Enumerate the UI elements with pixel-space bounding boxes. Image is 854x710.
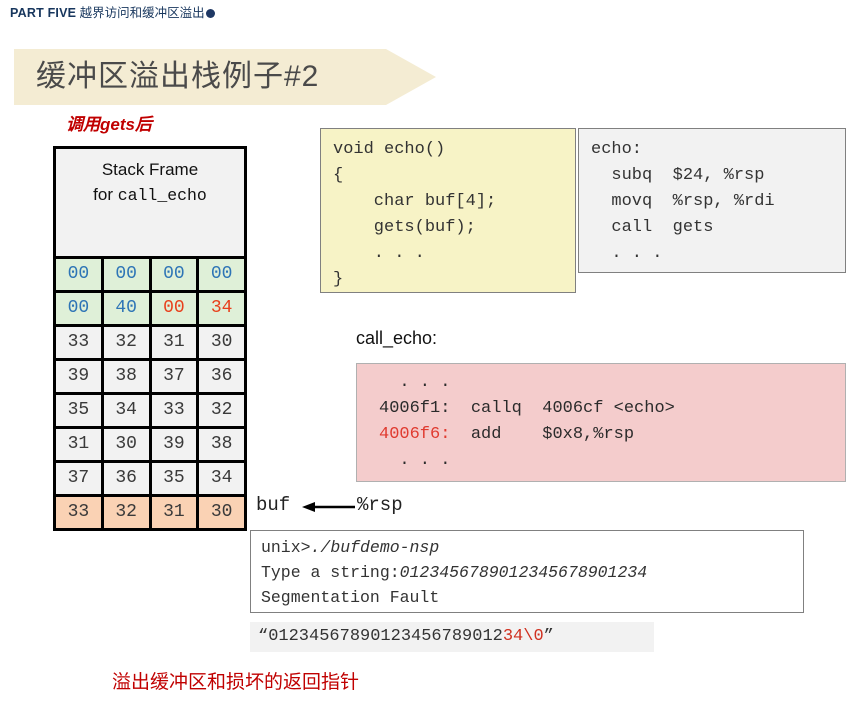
stack-frame-function-name: call_echo <box>117 186 207 205</box>
stack-byte-cell: 31 <box>56 429 104 460</box>
stack-byte-cell: 33 <box>151 395 200 426</box>
stack-byte-cell: 37 <box>56 463 104 494</box>
stack-row: 33 32 31 30 <box>56 324 244 358</box>
c-code-line: gets(buf); <box>333 218 476 237</box>
terminal-user-input: 0123456789012345678901234 <box>399 563 648 582</box>
stack-byte-cell: 38 <box>103 361 152 392</box>
disassembly-line: 4006f1: callq 4006cf <echo> <box>379 396 845 422</box>
stack-byte-cell: 37 <box>151 361 200 392</box>
instruction-address: 4006f6: <box>379 425 451 444</box>
string-open-quote: “ <box>258 627 269 646</box>
stack-row: 31 30 39 38 <box>56 426 244 460</box>
instruction-text: callq 4006cf <echo> <box>450 399 675 418</box>
stack-byte-cell: 36 <box>103 463 152 494</box>
buf-label: buf <box>256 494 291 516</box>
stack-byte-cell: 33 <box>56 327 104 358</box>
stack-frame-title-line1: Stack Frame <box>101 160 199 179</box>
stack-rows-container: 00 00 00 00 00 40 00 34 33 32 31 30 39 38 37 36 35 34 33 32… <box>56 256 244 528</box>
rsp-label: %rsp <box>357 494 403 516</box>
stack-byte-cell: 00 <box>151 259 200 290</box>
stack-byte-cell: 00 <box>56 293 104 324</box>
filled-circle-icon <box>205 9 215 18</box>
stack-byte-cell: 33 <box>56 497 104 528</box>
disassembly-line: . . . <box>379 448 845 474</box>
stack-row: 33 32 31 30 <box>56 494 244 528</box>
stack-row: 39 38 37 36 <box>56 358 244 392</box>
stack-row: 00 00 00 00 <box>56 256 244 290</box>
instruction-text: . . . <box>379 451 451 470</box>
stack-frame-title-line2: for call_echo <box>56 183 244 208</box>
stack-byte-cell: 00 <box>199 259 244 290</box>
stack-byte-cell: 30 <box>103 429 152 460</box>
stack-byte-cell: 31 <box>151 497 200 528</box>
stack-byte-cell: 34 <box>103 395 152 426</box>
stack-row: 00 40 00 34 <box>56 290 244 324</box>
stack-byte-cell: 34 <box>199 293 244 324</box>
stack-byte-cell: 40 <box>103 293 152 324</box>
asm-code-line: call gets <box>591 218 714 237</box>
terminal-command: ./bufdemo-nsp <box>310 538 440 557</box>
disassembly-line: 4006f6: add $0x8,%rsp <box>379 422 845 448</box>
stack-byte-cell: 00 <box>103 259 152 290</box>
asm-code-line: echo: <box>591 140 643 159</box>
asm-echo-code-box: echo: subq $24, %rsp movq %rsp, %rdi cal… <box>578 128 846 273</box>
stack-frame-header: Stack Frame for call_echo <box>56 149 244 256</box>
call-echo-disassembly-box: . . . 4006f1: callq 4006cf <echo> 4006f6: … <box>356 363 846 482</box>
terminal-line-1: unix>./bufdemo-nsp <box>261 535 803 560</box>
stack-frame-diagram: Stack Frame for call_echo 00 00 00 00 00 40 00… <box>53 146 247 531</box>
terminal-output-box: unix>./bufdemo-nsp Type a string:0123456… <box>250 530 804 613</box>
stack-row: 37 36 35 34 <box>56 460 244 494</box>
stack-byte-cell: 35 <box>56 395 104 426</box>
string-close-quote: ” <box>543 627 554 646</box>
page-title: 缓冲区溢出栈例子#2 <box>36 60 320 93</box>
string-literal-line: “0123456789012345678901234\0” <box>258 622 654 652</box>
instruction-text: . . . <box>379 373 451 392</box>
part-topic: 越界访问和缓冲区溢出 <box>79 6 205 20</box>
call-echo-label: call_echo: <box>356 328 438 348</box>
stack-row: 35 34 33 32 <box>56 392 244 426</box>
stack-byte-cell: 30 <box>199 497 244 528</box>
instruction-address: 4006f1: <box>379 399 451 418</box>
c-code-line: void echo() <box>333 140 446 159</box>
stack-byte-cell: 00 <box>56 259 104 290</box>
stack-byte-cell: 30 <box>199 327 244 358</box>
stack-byte-cell: 00 <box>151 293 200 324</box>
stack-frame-for-text: for <box>93 185 118 204</box>
stack-byte-cell: 35 <box>151 463 200 494</box>
stack-byte-cell: 32 <box>103 327 152 358</box>
string-black-part: 01234567890123456789012 <box>268 627 503 646</box>
stack-byte-cell: 36 <box>199 361 244 392</box>
c-code-line: . . . <box>333 244 425 263</box>
stack-byte-cell: 39 <box>151 429 200 460</box>
c-code-line: { <box>333 166 344 185</box>
slide-header: PART FIVE 越界访问和缓冲区溢出 <box>10 5 215 21</box>
string-literal-strip: “0123456789012345678901234\0” <box>250 622 654 652</box>
asm-code-line: . . . <box>591 244 663 263</box>
terminal-prompt-2: Type a string: <box>261 563 400 582</box>
terminal-prompt: unix> <box>261 538 311 557</box>
c-source-code-box: void echo() { char buf[4]; gets(buf); . .… <box>320 128 576 293</box>
string-red-part: 34\0 <box>502 627 544 646</box>
disassembly-line: . . . <box>379 370 845 396</box>
stack-byte-cell: 31 <box>151 327 200 358</box>
stack-byte-cell: 39 <box>56 361 104 392</box>
asm-code-line: movq %rsp, %rdi <box>591 192 775 211</box>
bottom-caption: 溢出缓冲区和损坏的返回指针 <box>112 672 360 693</box>
stack-byte-cell: 34 <box>199 463 244 494</box>
after-gets-annotation: 调用gets后 <box>66 115 152 134</box>
c-code-line: char buf[4]; <box>333 192 497 211</box>
stack-byte-cell: 38 <box>199 429 244 460</box>
instruction-text: add $0x8,%rsp <box>450 425 635 444</box>
left-arrow-icon <box>302 502 355 512</box>
part-label: PART FIVE <box>10 6 77 20</box>
terminal-line-3: Segmentation Fault <box>261 588 440 607</box>
c-code-line: } <box>333 270 344 289</box>
terminal-line-2: Type a string:0123456789012345678901234 <box>261 560 803 585</box>
stack-byte-cell: 32 <box>199 395 244 426</box>
stack-byte-cell: 32 <box>103 497 152 528</box>
asm-code-line: subq $24, %rsp <box>591 166 765 185</box>
